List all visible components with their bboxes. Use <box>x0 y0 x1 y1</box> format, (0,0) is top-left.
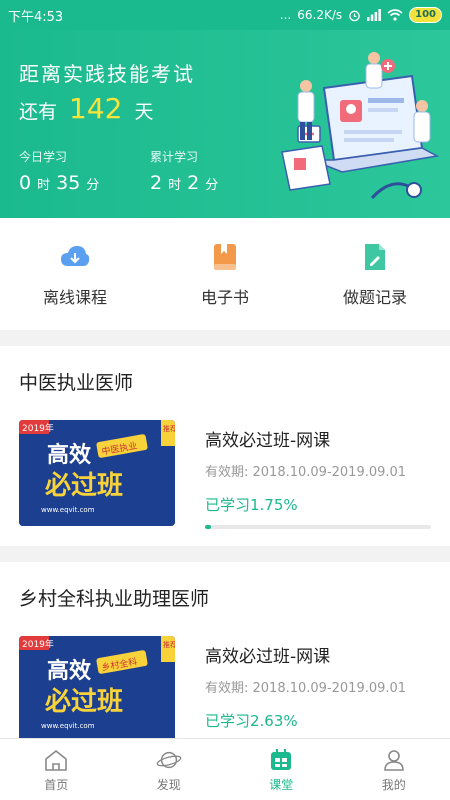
book-icon <box>210 242 240 272</box>
remaining-prefix: 还有 <box>19 101 58 123</box>
quick-actions: 离线课程 电子书 做题记录 <box>0 218 450 330</box>
section-title: 中医执业医师 <box>19 372 134 394</box>
cover-url: www.eqvit.com <box>41 506 95 514</box>
bottom-tab-bar: 首页 发现 课堂 我的 <box>0 738 450 800</box>
offline-courses-button[interactable]: 离线课程 <box>0 218 150 330</box>
cover-line1: 高效 <box>47 442 91 468</box>
days-remaining: 还有 142 天 <box>19 92 153 125</box>
exam-countdown-banner: 距离实践技能考试 还有 142 天 今日学习 0 时 35 分 累计学习 2 时… <box>0 30 450 218</box>
course-section: 中医执业医师 2019年 推荐 高效 中医执业 必过班 www.eqvit.co… <box>0 346 450 546</box>
tab-profile[interactable]: 我的 <box>338 739 450 800</box>
today-minutes: 35 <box>56 172 81 194</box>
total-minutes: 2 <box>187 172 200 194</box>
course-validity: 有效期: 2018.10.09-2019.09.01 <box>205 465 407 480</box>
course-info: 高效必过班-网课 有效期: 2018.10.09-2019.09.01 已学习2… <box>205 636 431 745</box>
days-unit: 天 <box>134 101 154 123</box>
cover-line2: 必过班 <box>45 471 123 501</box>
progress-fill <box>205 525 211 529</box>
profile-icon <box>381 747 407 773</box>
network-speed: 66.2K/s <box>297 8 343 22</box>
ebook-button[interactable]: 电子书 <box>150 218 300 330</box>
cloud-download-icon <box>60 242 90 272</box>
exam-title: 距离实践技能考试 <box>19 62 195 86</box>
cover-line1: 高效 <box>47 658 91 684</box>
today-study-label: 今日学习 <box>19 150 68 164</box>
minute-unit: 分 <box>205 178 219 193</box>
cover-line2: 必过班 <box>45 687 123 717</box>
tab-classroom[interactable]: 课堂 <box>225 739 338 800</box>
hour-unit: 时 <box>37 178 51 193</box>
today-study-value: 0 时 35 分 <box>19 172 105 194</box>
exam-record-button[interactable]: 做题记录 <box>300 218 450 330</box>
tab-home[interactable]: 首页 <box>0 739 113 800</box>
course-name: 高效必过班-网课 <box>205 431 331 451</box>
course-progress-text: 已学习2.63% <box>205 712 298 730</box>
classroom-icon <box>268 747 294 773</box>
course-section: 乡村全科执业助理医师 2019年 推荐 高效 乡村全科 必过班 www.eqvi… <box>0 562 450 745</box>
doctors-laptop-illustration <box>281 52 440 200</box>
course-info: 高效必过班-网课 有效期: 2018.10.09-2019.09.01 已学习1… <box>205 420 431 529</box>
tab-home-label: 首页 <box>44 777 69 792</box>
cover-badge: 推荐 <box>163 424 175 433</box>
status-time: 下午4:53 <box>8 9 64 25</box>
course-card[interactable]: 2019年 推荐 高效 乡村全科 必过班 www.eqvit.com 高效必过班… <box>19 636 431 745</box>
tab-discover[interactable]: 发现 <box>113 739 226 800</box>
cover-year: 2019年 <box>22 638 54 650</box>
tab-profile-label: 我的 <box>381 777 406 792</box>
today-hours: 0 <box>19 172 32 194</box>
tab-classroom-label: 课堂 <box>269 777 294 792</box>
cover-url: www.eqvit.com <box>41 722 95 730</box>
tab-discover-label: 发现 <box>156 777 181 792</box>
wifi-icon <box>387 9 403 21</box>
status-bar: 下午4:53 ... 66.2K/s 100 <box>0 0 450 30</box>
cover-year: 2019年 <box>22 422 54 434</box>
days-count: 142 <box>69 92 123 125</box>
total-study-value: 2 时 2 分 <box>150 172 224 194</box>
course-cover-image: 2019年 推荐 高效 乡村全科 必过班 www.eqvit.com <box>19 636 175 742</box>
exam-record-icon <box>360 242 390 272</box>
total-study-label: 累计学习 <box>150 150 199 164</box>
home-icon <box>43 747 69 773</box>
hour-unit: 时 <box>168 178 182 193</box>
total-hours: 2 <box>150 172 163 194</box>
course-cover-image: 2019年 推荐 高效 中医执业 必过班 www.eqvit.com <box>19 420 175 526</box>
signal-icon <box>367 9 382 21</box>
alarm-icon <box>349 10 360 21</box>
progress-bar <box>205 525 431 529</box>
ebook-label: 电子书 <box>200 288 249 307</box>
battery-indicator: 100 <box>409 7 442 23</box>
course-name: 高效必过班-网课 <box>205 647 331 667</box>
course-card[interactable]: 2019年 推荐 高效 中医执业 必过班 www.eqvit.com 高效必过班… <box>19 420 431 529</box>
status-dots: ... <box>279 8 292 22</box>
exam-record-label: 做题记录 <box>342 288 407 307</box>
planet-icon <box>156 747 182 773</box>
offline-courses-label: 离线课程 <box>42 288 107 307</box>
section-title: 乡村全科执业助理医师 <box>19 588 210 610</box>
cover-badge: 推荐 <box>163 640 175 649</box>
course-validity: 有效期: 2018.10.09-2019.09.01 <box>205 681 407 696</box>
course-progress-text: 已学习1.75% <box>205 496 298 514</box>
minute-unit: 分 <box>86 178 100 193</box>
